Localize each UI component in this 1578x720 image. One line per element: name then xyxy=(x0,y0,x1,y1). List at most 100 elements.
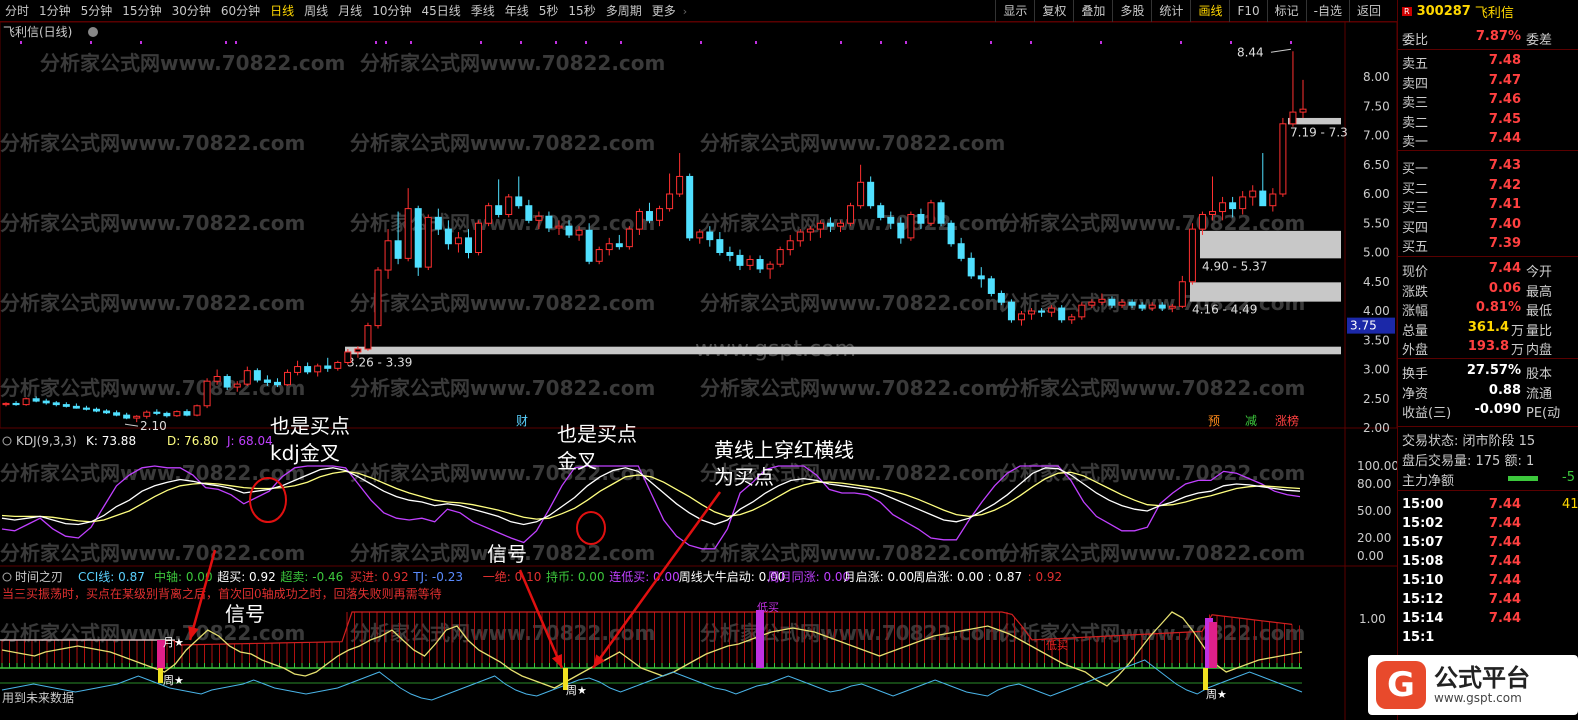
candle-body xyxy=(113,412,121,416)
period-tab-8[interactable]: 月线 xyxy=(333,0,367,22)
candle-body xyxy=(877,205,885,218)
bid-row: 买一 7.43 xyxy=(1398,157,1578,177)
top-marker-dot xyxy=(700,41,702,44)
tool-button-7[interactable]: 标记 xyxy=(1266,0,1306,22)
candle-body xyxy=(937,202,945,224)
indicator-note: 当三买振荡时，买点在某级别背离之后，首次回0轴成功之时，回落失败则再需等待 xyxy=(2,586,442,601)
stat-row: 涨幅 0.81% 最低 xyxy=(1398,299,1578,319)
top-marker-dot xyxy=(235,41,237,44)
period-tab-1[interactable]: 1分钟 xyxy=(34,0,76,22)
candle-body xyxy=(1048,307,1056,313)
watermark-text: 分析家公式网www.70822.com xyxy=(0,541,305,565)
candle-body xyxy=(284,371,292,386)
stat-row-right: 内盘 xyxy=(1526,343,1553,358)
candle-body xyxy=(62,404,70,407)
tick-price: 7.44 xyxy=(1488,516,1521,531)
weibi-row-value: 7.87% xyxy=(1475,29,1521,44)
candle-body xyxy=(2,402,10,406)
period-tab-13[interactable]: 5秒 xyxy=(534,0,564,22)
period-tab-3[interactable]: 15分钟 xyxy=(117,0,166,22)
quote-divider xyxy=(1398,358,1578,359)
candle-body xyxy=(776,249,784,265)
candle-body xyxy=(505,196,513,215)
period-tab-12[interactable]: 年线 xyxy=(500,0,534,22)
bid-row-value: 7.43 xyxy=(1488,158,1521,173)
stock-code[interactable]: 300287 xyxy=(1417,4,1471,19)
ask-row: 卖五 7.48 xyxy=(1398,52,1578,72)
stat-row-right: 今开 xyxy=(1526,265,1553,280)
kdj-axis-tick: 100.00 xyxy=(1357,459,1397,473)
tool-button-4[interactable]: 统计 xyxy=(1151,0,1190,22)
candle-body xyxy=(837,222,845,227)
period-tab-7[interactable]: 周线 xyxy=(299,0,333,22)
tick-time: 15:02 xyxy=(1402,516,1444,531)
candle-body xyxy=(52,402,60,406)
watermark-text: 分析家公式网www.70822.com xyxy=(700,291,1005,315)
watermark-text: 分析家公式网www.70822.com xyxy=(350,211,655,235)
candle-body xyxy=(1259,190,1267,207)
indicator-legend-item: 周启涨: 0.00 : 0.87 xyxy=(913,569,1022,584)
period-tab-16[interactable]: 更多 xyxy=(647,0,681,22)
period-tab-6[interactable]: 日线 xyxy=(265,0,299,22)
kdj-cross-circle xyxy=(576,511,606,545)
stat-row-value: 7.44 xyxy=(1488,261,1521,276)
candle-body xyxy=(947,222,955,245)
candle-body xyxy=(183,411,191,416)
after-hours-row: 盘后交易量: 175 额: 1 xyxy=(1398,449,1578,469)
candle-body xyxy=(163,412,171,417)
ask-row-label: 卖一 xyxy=(1402,135,1429,150)
candle-body xyxy=(756,259,764,270)
period-tab-15[interactable]: 多周期 xyxy=(601,0,647,22)
annotation-arrow-signal-2 xyxy=(518,569,564,669)
tool-button-1[interactable]: 复权 xyxy=(1034,0,1073,22)
watermark-text: 分析家公式网www.70822.com xyxy=(700,376,1005,400)
indicator-title: 时间之刃 xyxy=(15,570,63,584)
tool-button-0[interactable]: 显示 xyxy=(995,0,1034,22)
period-tab-14[interactable]: 15秒 xyxy=(563,0,600,22)
period-tab-2[interactable]: 5分钟 xyxy=(76,0,118,22)
price-axis-tick: 5.50 xyxy=(1363,216,1390,230)
more-chevron-icon[interactable]: › xyxy=(681,5,689,18)
candle-body xyxy=(32,398,40,402)
bid-row-value: 7.39 xyxy=(1488,236,1521,251)
period-tab-5[interactable]: 60分钟 xyxy=(216,0,265,22)
candle-body xyxy=(635,211,643,230)
low-buy-label: 低买 xyxy=(1046,639,1068,652)
watermark-text: 分析家公式网www.70822.com xyxy=(700,541,1005,565)
tick-time: 15:12 xyxy=(1402,592,1444,607)
candle-body xyxy=(816,222,824,230)
period-tab-4[interactable]: 30分钟 xyxy=(167,0,216,22)
annotation-signal-1: 信号 xyxy=(225,602,265,626)
chart-area[interactable]: 分析家公式网www.70822.com 分析家公式网www.70822.com 分析… xyxy=(0,22,1397,720)
period-tab-0[interactable]: 分时 xyxy=(0,0,34,22)
candle-body xyxy=(1209,211,1217,215)
candle-body xyxy=(867,181,875,207)
period-tab-9[interactable]: 10分钟 xyxy=(367,0,416,22)
stock-name[interactable]: 飞利信 xyxy=(1475,2,1514,21)
candle-body xyxy=(1028,310,1036,315)
period-tab-10[interactable]: 45日线 xyxy=(416,0,465,22)
tool-button-9[interactable]: 返回 xyxy=(1348,0,1388,22)
support-zone xyxy=(1190,282,1341,302)
candle-body xyxy=(1078,304,1086,318)
tool-button-5[interactable]: 画线 xyxy=(1190,0,1229,22)
kdj-axis-tick: 80.00 xyxy=(1357,477,1391,491)
star-label: 周★ xyxy=(566,684,587,697)
zone-label: 4.90 - 5.37 xyxy=(1202,259,1267,273)
chart-canvas[interactable]: 分析家公式网www.70822.com 分析家公式网www.70822.com 分析… xyxy=(0,22,1397,720)
period-tab-11[interactable]: 季线 xyxy=(466,0,500,22)
tool-button-3[interactable]: 多股 xyxy=(1112,0,1151,22)
tool-button-6[interactable]: F10 xyxy=(1229,0,1266,22)
tick-row: 15:14 7.44 xyxy=(1398,610,1578,629)
candle-body xyxy=(153,411,161,414)
bid-row: 买三 7.41 xyxy=(1398,196,1578,216)
price-axis-tick: 2.00 xyxy=(1363,421,1390,435)
indicator-legend-item: : 0.92 xyxy=(1028,570,1063,584)
candle-body xyxy=(987,278,995,294)
trade-status-row: 交易状态: 闭市阶段 15 xyxy=(1398,429,1578,449)
candle-body xyxy=(585,229,593,262)
tool-button-8[interactable]: -自选 xyxy=(1305,0,1349,22)
watermark-text: 分析家公式网www.70822.com xyxy=(350,131,655,155)
tool-button-2[interactable]: 叠加 xyxy=(1073,0,1112,22)
chart-menu-chevron-icon xyxy=(88,27,98,37)
